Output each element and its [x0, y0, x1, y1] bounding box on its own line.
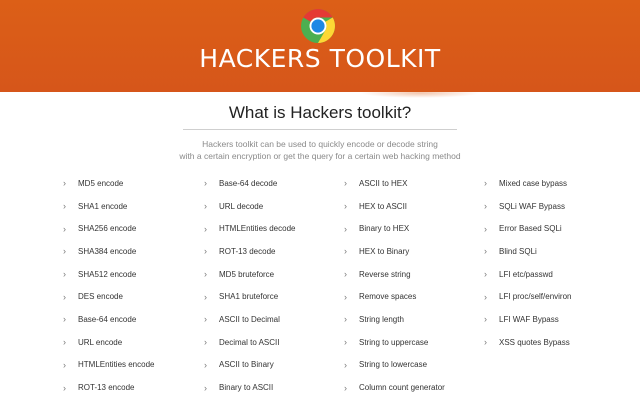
- tool-link[interactable]: › SQLi WAF Bypass: [484, 195, 634, 218]
- chevron-right-icon: ›: [344, 291, 347, 302]
- chevron-right-icon: ›: [344, 359, 347, 370]
- tool-link[interactable]: › ROT-13 decode: [204, 240, 354, 263]
- chevron-right-icon: ›: [204, 201, 207, 212]
- tool-link[interactable]: › Binary to HEX: [344, 217, 494, 240]
- tool-link[interactable]: › XSS quotes Bypass: [484, 331, 634, 354]
- chevron-right-icon: ›: [204, 314, 207, 325]
- chevron-right-icon: ›: [484, 269, 487, 280]
- description-line: with a certain encryption or get the que…: [179, 151, 461, 161]
- tool-link[interactable]: › String to lowercase: [344, 354, 494, 377]
- tool-link[interactable]: › Base-64 decode: [204, 172, 354, 195]
- chevron-right-icon: ›: [63, 246, 66, 257]
- chevron-right-icon: ›: [204, 291, 207, 302]
- chevron-right-icon: ›: [204, 246, 207, 257]
- chevron-right-icon: ›: [344, 178, 347, 189]
- chevron-right-icon: ›: [344, 337, 347, 348]
- tool-link[interactable]: › HTMLEntities encode: [63, 354, 213, 377]
- chevron-right-icon: ›: [204, 178, 207, 189]
- tool-link[interactable]: › ROT-13 encode: [63, 376, 213, 399]
- chevron-right-icon: ›: [63, 201, 66, 212]
- chevron-right-icon: ›: [63, 223, 66, 234]
- tool-link[interactable]: › SHA1 encode: [63, 195, 213, 218]
- tool-link[interactable]: › SHA384 encode: [63, 240, 213, 263]
- tool-link[interactable]: › URL encode: [63, 331, 213, 354]
- chevron-right-icon: ›: [204, 337, 207, 348]
- tool-link[interactable]: › MD5 bruteforce: [204, 263, 354, 286]
- chevron-right-icon: ›: [204, 359, 207, 370]
- chevron-right-icon: ›: [344, 314, 347, 325]
- chevron-right-icon: ›: [63, 382, 66, 393]
- chevron-right-icon: ›: [484, 337, 487, 348]
- tool-link[interactable]: › SHA512 encode: [63, 263, 213, 286]
- tool-link[interactable]: › HEX to ASCII: [344, 195, 494, 218]
- tool-link[interactable]: › Remove spaces: [344, 285, 494, 308]
- chevron-right-icon: ›: [484, 246, 487, 257]
- tool-link[interactable]: › Binary to ASCII: [204, 376, 354, 399]
- chevron-right-icon: ›: [63, 337, 66, 348]
- chevron-right-icon: ›: [344, 382, 347, 393]
- chevron-right-icon: ›: [484, 314, 487, 325]
- chrome-icon: [301, 9, 335, 43]
- tool-link[interactable]: › LFI WAF Bypass: [484, 308, 634, 331]
- tool-link[interactable]: › ASCII to Decimal: [204, 308, 354, 331]
- chevron-right-icon: ›: [484, 291, 487, 302]
- tool-link[interactable]: › Reverse string: [344, 263, 494, 286]
- chevron-right-icon: ›: [204, 223, 207, 234]
- tool-link[interactable]: › DES encode: [63, 285, 213, 308]
- tool-column-1: › MD5 encode › SHA1 encode › SHA256 encode …: [63, 172, 213, 399]
- tool-link[interactable]: › HEX to Binary: [344, 240, 494, 263]
- tool-link[interactable]: › Column count generator: [344, 376, 494, 399]
- chevron-right-icon: ›: [344, 246, 347, 257]
- chevron-right-icon: ›: [484, 178, 487, 189]
- tool-link[interactable]: › Error Based SQLi: [484, 217, 634, 240]
- chevron-right-icon: ›: [344, 269, 347, 280]
- chevron-right-icon: ›: [484, 223, 487, 234]
- tool-link[interactable]: › String length: [344, 308, 494, 331]
- chevron-right-icon: ›: [344, 223, 347, 234]
- chevron-right-icon: ›: [63, 178, 66, 189]
- header-banner: HACKERS TOOLKIT: [0, 0, 640, 92]
- page-heading: What is Hackers toolkit?: [228, 103, 412, 122]
- tool-column-3: › ASCII to HEX › HEX to ASCII › Binary to H…: [344, 172, 494, 399]
- tool-column-4: › Mixed case bypass › SQLi WAF Bypass › Err…: [484, 172, 634, 354]
- tool-link[interactable]: › SHA1 bruteforce: [204, 285, 354, 308]
- description: Hackers toolkit can be used to quickly e…: [0, 138, 640, 162]
- chevron-right-icon: ›: [344, 201, 347, 212]
- chevron-right-icon: ›: [63, 314, 66, 325]
- tool-link[interactable]: › Decimal to ASCII: [204, 331, 354, 354]
- chevron-right-icon: ›: [484, 201, 487, 212]
- tool-link[interactable]: › Mixed case bypass: [484, 172, 634, 195]
- chevron-right-icon: ›: [63, 269, 66, 280]
- chevron-right-icon: ›: [204, 269, 207, 280]
- tool-link[interactable]: › HTMLEntities decode: [204, 217, 354, 240]
- chevron-right-icon: ›: [63, 291, 66, 302]
- tool-link[interactable]: › ASCII to HEX: [344, 172, 494, 195]
- description-line: Hackers toolkit can be used to quickly e…: [202, 139, 438, 149]
- banner-shadow: [360, 88, 480, 98]
- tool-link[interactable]: › String to uppercase: [344, 331, 494, 354]
- tool-link[interactable]: › URL decode: [204, 195, 354, 218]
- chevron-right-icon: ›: [204, 382, 207, 393]
- tool-link[interactable]: › ASCII to Binary: [204, 354, 354, 377]
- brand-title: HACKERS TOOLKIT: [199, 44, 441, 73]
- chevron-right-icon: ›: [63, 359, 66, 370]
- tool-column-2: › Base-64 decode › URL decode › HTMLEntitie…: [204, 172, 354, 399]
- heading-divider: [183, 129, 457, 130]
- tool-link[interactable]: › Blind SQLi: [484, 240, 634, 263]
- tool-link[interactable]: › MD5 encode: [63, 172, 213, 195]
- tool-link[interactable]: › SHA256 encode: [63, 217, 213, 240]
- tool-link[interactable]: › Base-64 encode: [63, 308, 213, 331]
- tool-link[interactable]: › LFI proc/self/environ: [484, 285, 634, 308]
- tool-link[interactable]: › LFI etc/passwd: [484, 263, 634, 286]
